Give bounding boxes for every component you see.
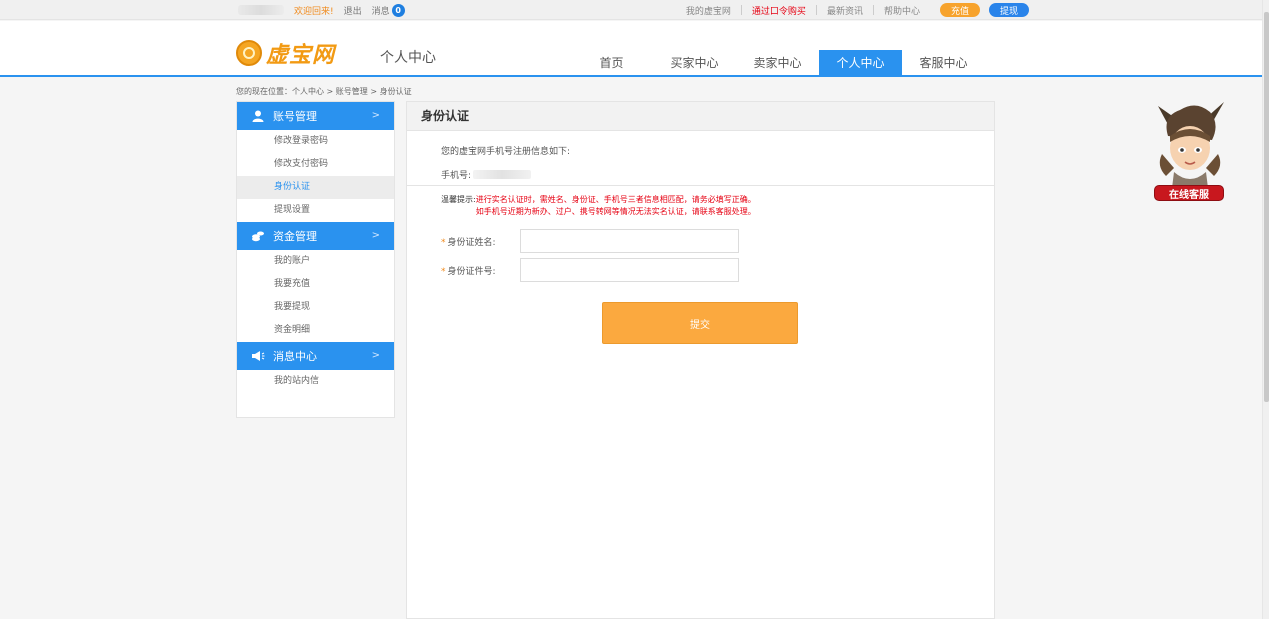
tip-line: 如手机号近期为新办、过户、携号转网等情况无法实名认证，请联系客服处理。 — [475, 207, 756, 216]
phone-row: 手机号: — [441, 168, 532, 181]
id-number-input[interactable] — [520, 258, 739, 282]
coins-icon — [251, 229, 265, 243]
chevron-right-icon: > — [371, 230, 380, 241]
sidebar-item-withdraw-settings[interactable]: 提现设置 — [237, 199, 394, 222]
nav-personal-center[interactable]: 个人中心 — [819, 50, 902, 76]
name-label: * 身份证姓名: — [441, 237, 496, 248]
withdraw-button[interactable]: 提现 — [988, 3, 1029, 17]
sidebar-item-change-pay-password[interactable]: 修改支付密码 — [237, 153, 394, 176]
recharge-button[interactable]: 充值 — [939, 3, 980, 17]
tip-line: 进行实名认证时，需姓名、身份证、手机号三者信息相匹配，请务必填写正确。 — [475, 195, 756, 204]
warm-tip: 温馨提示: 进行实名认证时，需姓名、身份证、手机号三者信息相匹配，请务必填写正确… — [441, 194, 756, 218]
top-bar: 欢迎回来! 退出 消息 0 我的虚宝网 通过口令购买 最新资讯 帮助中心 充值 … — [0, 0, 1262, 20]
sidebar-item-fund-details[interactable]: 资金明细 — [237, 319, 394, 342]
scrollbar-thumb[interactable] — [1264, 12, 1269, 402]
header: 虚宝网 个人中心 首页 买家中心 卖家中心 个人中心 客服中心 — [0, 21, 1262, 76]
help-link[interactable]: 帮助中心 — [874, 4, 930, 17]
user-icon — [251, 109, 265, 123]
online-customer-service[interactable]: 在线客服 — [1152, 96, 1228, 204]
my-xubao-link[interactable]: 我的虚宝网 — [676, 4, 741, 17]
sidebar-item-identity-verification[interactable]: 身份认证 — [237, 176, 394, 199]
username-blurred — [238, 5, 284, 15]
sidebar-group-messages[interactable]: 消息中心 > — [237, 342, 394, 370]
mascot-warrior-icon — [1158, 102, 1224, 188]
nav-home[interactable]: 首页 — [570, 50, 653, 76]
phone-label: 手机号: — [441, 171, 472, 181]
identity-verification-panel: 身份认证 您的虚宝网手机号注册信息如下: 手机号: 温馨提示: 进行实名认证时，… — [406, 101, 995, 619]
phone-number-blurred — [473, 170, 532, 179]
chevron-right-icon: > — [371, 350, 380, 361]
online-service-badge: 在线客服 — [1154, 185, 1224, 201]
main-nav: 首页 买家中心 卖家中心 个人中心 客服中心 — [570, 50, 985, 76]
sidebar-group-funds[interactable]: 资金管理 > — [237, 222, 394, 250]
messages-link[interactable]: 消息 0 — [371, 3, 405, 17]
welcome-text: 欢迎回来! — [294, 6, 334, 17]
tip-text: 进行实名认证时，需姓名、身份证、手机号三者信息相匹配，请务必填写正确。 如手机号… — [476, 194, 756, 218]
divider — [407, 185, 994, 186]
panel-title: 身份认证 — [407, 102, 994, 131]
logout-link[interactable]: 退出 — [344, 4, 362, 17]
tip-label: 温馨提示: — [441, 195, 476, 204]
name-row: * 身份证姓名: — [441, 229, 739, 253]
logo-text: 虚宝网 — [266, 42, 336, 68]
sidebar-group-label: 资金管理 — [273, 230, 317, 243]
header-divider — [0, 75, 1262, 77]
message-count-badge: 0 — [391, 3, 405, 17]
sidebar-group-label: 消息中心 — [273, 350, 317, 363]
sidebar-item-my-account[interactable]: 我的账户 — [237, 250, 394, 273]
breadcrumb: 您的现在位置：个人中心 > 账号管理 > 身份认证 — [236, 87, 412, 96]
nav-buyer-center[interactable]: 买家中心 — [653, 50, 736, 76]
id-number-row: * 身份证件号: — [441, 258, 739, 282]
sidebar: 账号管理 > 修改登录密码 修改支付密码 身份认证 提现设置 资金管理 > 我的… — [236, 101, 395, 418]
megaphone-icon — [251, 349, 265, 363]
chevron-right-icon: > — [371, 110, 380, 121]
sidebar-item-change-login-password[interactable]: 修改登录密码 — [237, 130, 394, 153]
sidebar-group-label: 账号管理 — [273, 110, 317, 123]
registration-info-text: 您的虚宝网手机号注册信息如下: — [441, 147, 571, 157]
sidebar-item-recharge[interactable]: 我要充值 — [237, 273, 394, 296]
command-purchase-link[interactable]: 通过口令购买 — [742, 4, 816, 17]
id-name-input[interactable] — [520, 229, 739, 253]
page-section-title: 个人中心 — [380, 50, 436, 66]
top-bar-right: 我的虚宝网 通过口令购买 最新资讯 帮助中心 充值 提现 — [676, 3, 1029, 17]
page-scrollbar[interactable] — [1262, 0, 1269, 619]
nav-seller-center[interactable]: 卖家中心 — [736, 50, 819, 76]
sidebar-group-account[interactable]: 账号管理 > — [237, 102, 394, 130]
news-link[interactable]: 最新资讯 — [817, 4, 873, 17]
logo[interactable]: 虚宝网 — [236, 37, 335, 69]
coin-logo-icon — [236, 40, 262, 66]
sidebar-item-withdraw[interactable]: 我要提现 — [237, 296, 394, 319]
sidebar-item-inbox[interactable]: 我的站内信 — [237, 370, 394, 393]
top-bar-left: 欢迎回来! 退出 消息 0 — [238, 3, 405, 17]
nav-customer-service[interactable]: 客服中心 — [902, 50, 985, 76]
id-number-label: * 身份证件号: — [441, 266, 496, 277]
submit-button[interactable]: 提交 — [602, 302, 798, 344]
messages-label: 消息 — [371, 6, 390, 17]
